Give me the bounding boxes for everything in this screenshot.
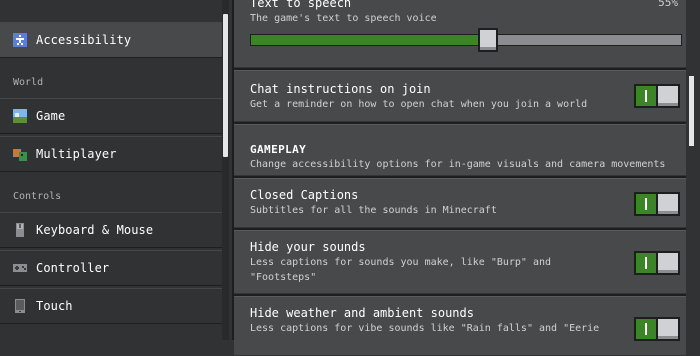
gameplay-title: GAMEPLAY <box>250 143 307 156</box>
sidebar-item-label: Multiplayer <box>36 147 117 161</box>
toggle-knob <box>656 86 678 106</box>
sidebar-item-keyboard-mouse[interactable]: Keyboard & Mouse <box>0 212 222 248</box>
gameplay-section-header: GAMEPLAY Change accessibility options fo… <box>234 124 686 176</box>
chat-instructions-row: Chat instructions on join Get a reminder… <box>234 70 686 122</box>
hide-your-sounds-toggle[interactable] <box>634 251 680 275</box>
tts-slider-track[interactable] <box>250 34 682 46</box>
chat-instructions-title: Chat instructions on join <box>250 82 431 96</box>
toggle-knob <box>656 319 678 339</box>
toggle-on-mark <box>645 257 647 269</box>
tts-slider-fill <box>251 35 487 45</box>
toggle-on-mark <box>645 323 647 335</box>
controller-icon <box>13 261 27 275</box>
sidebar-item-game[interactable]: Game <box>0 98 222 134</box>
closed-captions-row: Closed Captions Subtitles for all the so… <box>234 178 686 228</box>
sidebar-section-controls: Controls <box>13 191 62 202</box>
sidebar-item-label: Accessibility <box>36 33 132 47</box>
game-icon <box>13 109 27 123</box>
closed-captions-title: Closed Captions <box>250 188 359 202</box>
hide-your-sounds-title: Hide your sounds <box>250 240 366 254</box>
sidebar-item-touch[interactable]: Touch <box>0 288 222 324</box>
sidebar-item-label: Game <box>36 109 66 123</box>
toggle-on-mark <box>645 198 647 210</box>
hide-your-sounds-description-line1: Less captions for sounds you make, like … <box>250 257 552 268</box>
toggle-on-mark <box>645 90 647 102</box>
keyboard-mouse-icon <box>13 223 27 237</box>
sidebar-item-multiplayer[interactable]: Multiplayer <box>0 136 222 172</box>
hide-weather-sounds-toggle[interactable] <box>634 317 680 341</box>
sidebar-item-label: Controller <box>36 261 110 275</box>
sidebar-scrollbar-thumb[interactable] <box>223 14 228 157</box>
toggle-knob <box>656 194 678 214</box>
closed-captions-description: Subtitles for all the sounds in Minecraf… <box>250 205 497 216</box>
hide-weather-sounds-title: Hide weather and ambient sounds <box>250 306 474 320</box>
hide-weather-sounds-description: Less captions for vibe sounds like "Rain… <box>250 323 600 334</box>
hide-your-sounds-row: Hide your sounds Less captions for sound… <box>234 230 686 294</box>
hide-weather-sounds-row: Hide weather and ambient sounds Less cap… <box>234 296 686 356</box>
multiplayer-icon <box>13 147 27 161</box>
accessibility-icon <box>13 33 27 47</box>
sidebar-item-label: Keyboard & Mouse <box>36 223 154 237</box>
tts-slider-thumb[interactable] <box>478 28 498 52</box>
tts-title: Text to speech <box>250 0 352 10</box>
settings-sidebar: Accessibility World Game Multiplayer Con… <box>0 0 234 340</box>
main-scrollbar-track[interactable] <box>686 0 700 340</box>
sidebar-item-controller[interactable]: Controller <box>0 250 222 286</box>
tts-setting-row: Text to speech The game's text to speech… <box>234 0 686 68</box>
sidebar-item-accessibility[interactable]: Accessibility <box>0 22 222 58</box>
touch-icon <box>13 299 27 313</box>
closed-captions-toggle[interactable] <box>634 192 680 216</box>
main-scrollbar-thumb[interactable] <box>689 76 694 146</box>
tts-value-label: 55% <box>658 0 678 9</box>
sidebar-item-label: Touch <box>36 299 73 313</box>
tts-description: The game's text to speech voice <box>250 13 437 24</box>
sidebar-section-world: World <box>13 77 44 88</box>
chat-instructions-toggle[interactable] <box>634 84 680 108</box>
accessibility-settings-panel: Text to speech The game's text to speech… <box>234 0 692 356</box>
gameplay-description: Change accessibility options for in-game… <box>250 159 666 170</box>
hide-your-sounds-description-line2: "Footsteps" <box>250 272 317 283</box>
chat-instructions-description: Get a reminder on how to open chat when … <box>250 99 588 110</box>
toggle-knob <box>656 253 678 273</box>
